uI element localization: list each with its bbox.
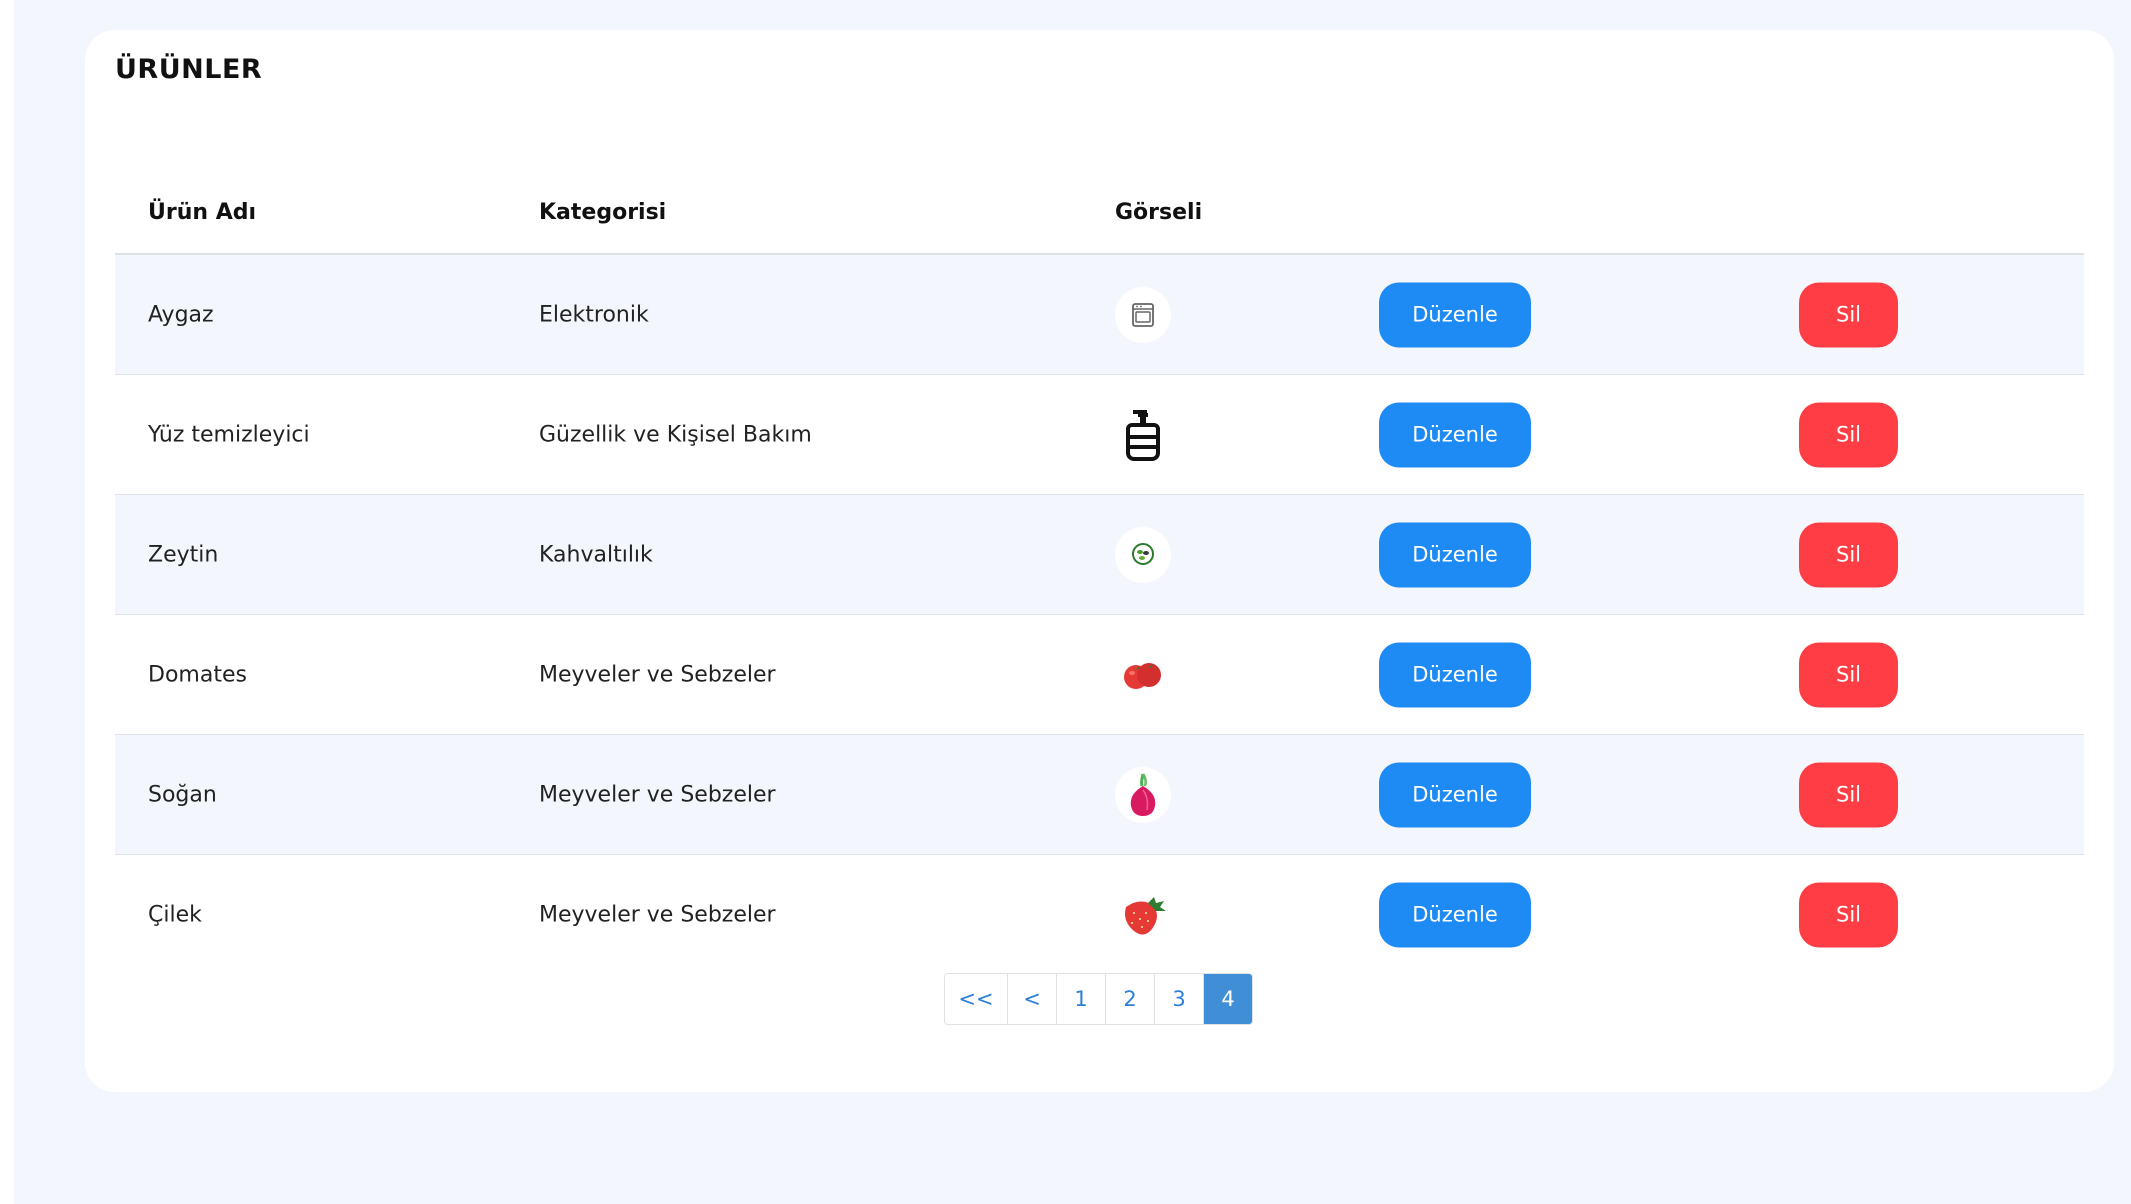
page-button-1[interactable]: 1	[1057, 974, 1106, 1024]
soap-dispenser-icon	[1115, 406, 1171, 463]
edit-button[interactable]: Düzenle	[1379, 642, 1531, 707]
page-button-4[interactable]: 4	[1204, 974, 1252, 1024]
olive-icon	[1115, 526, 1171, 583]
table-row: Domates Meyveler ve Sebzeler Düzenle Sil	[115, 615, 2084, 735]
product-name: Zeytin	[148, 542, 219, 567]
product-name: Çilek	[148, 902, 202, 927]
product-name: Domates	[148, 662, 247, 687]
table-row: Aygaz Elektronik Düzenle Sil	[115, 255, 2084, 375]
delete-button[interactable]: Sil	[1799, 522, 1898, 587]
tomato-icon	[1115, 646, 1171, 703]
products-table: Ürün Adı Kategorisi Görseli Aygaz Elektr…	[115, 158, 2084, 974]
strawberry-icon	[1115, 886, 1171, 943]
product-category: Meyveler ve Sebzeler	[539, 662, 776, 687]
product-category: Meyveler ve Sebzeler	[539, 902, 776, 927]
page-button-3[interactable]: 3	[1155, 974, 1204, 1024]
product-category: Meyveler ve Sebzeler	[539, 782, 776, 807]
edit-button[interactable]: Düzenle	[1379, 762, 1531, 827]
header-category: Kategorisi	[539, 200, 667, 225]
header-product-name: Ürün Adı	[148, 200, 257, 225]
table-row: Çilek Meyveler ve Sebzeler Düzenle Sil	[115, 855, 2084, 974]
table-row: Zeytin Kahvaltılık Düzenle Sil	[115, 495, 2084, 615]
pagination: << < 1 2 3 4	[944, 973, 1253, 1025]
table-row: Yüz temizleyici Güzellik ve Kişisel Bakı…	[115, 375, 2084, 495]
delete-button[interactable]: Sil	[1799, 882, 1898, 947]
product-category: Elektronik	[539, 302, 649, 327]
edit-button[interactable]: Düzenle	[1379, 522, 1531, 587]
edit-button[interactable]: Düzenle	[1379, 882, 1531, 947]
delete-button[interactable]: Sil	[1799, 762, 1898, 827]
delete-button[interactable]: Sil	[1799, 642, 1898, 707]
table-row: Soğan Meyveler ve Sebzeler Düzenle Sil	[115, 735, 2084, 855]
page-title: ÜRÜNLER	[115, 54, 263, 85]
product-category: Kahvaltılık	[539, 542, 653, 567]
table-header: Ürün Adı Kategorisi Görseli	[115, 158, 2084, 255]
delete-button[interactable]: Sil	[1799, 402, 1898, 467]
edit-button[interactable]: Düzenle	[1379, 402, 1531, 467]
page-first-button[interactable]: <<	[945, 974, 1008, 1024]
product-category: Güzellik ve Kişisel Bakım	[539, 422, 812, 447]
products-card: ÜRÜNLER Ürün Adı Kategorisi Görseli Ayga…	[85, 30, 2114, 1092]
onion-icon	[1115, 766, 1171, 823]
edit-button[interactable]: Düzenle	[1379, 282, 1531, 347]
page-button-2[interactable]: 2	[1106, 974, 1155, 1024]
product-name: Yüz temizleyici	[148, 422, 310, 447]
oven-icon	[1115, 286, 1171, 343]
product-name: Soğan	[148, 782, 217, 807]
product-name: Aygaz	[148, 302, 214, 327]
page-background: ÜRÜNLER Ürün Adı Kategorisi Görseli Ayga…	[14, 0, 2131, 1204]
header-image: Görseli	[1115, 200, 1203, 225]
page-prev-button[interactable]: <	[1008, 974, 1057, 1024]
delete-button[interactable]: Sil	[1799, 282, 1898, 347]
